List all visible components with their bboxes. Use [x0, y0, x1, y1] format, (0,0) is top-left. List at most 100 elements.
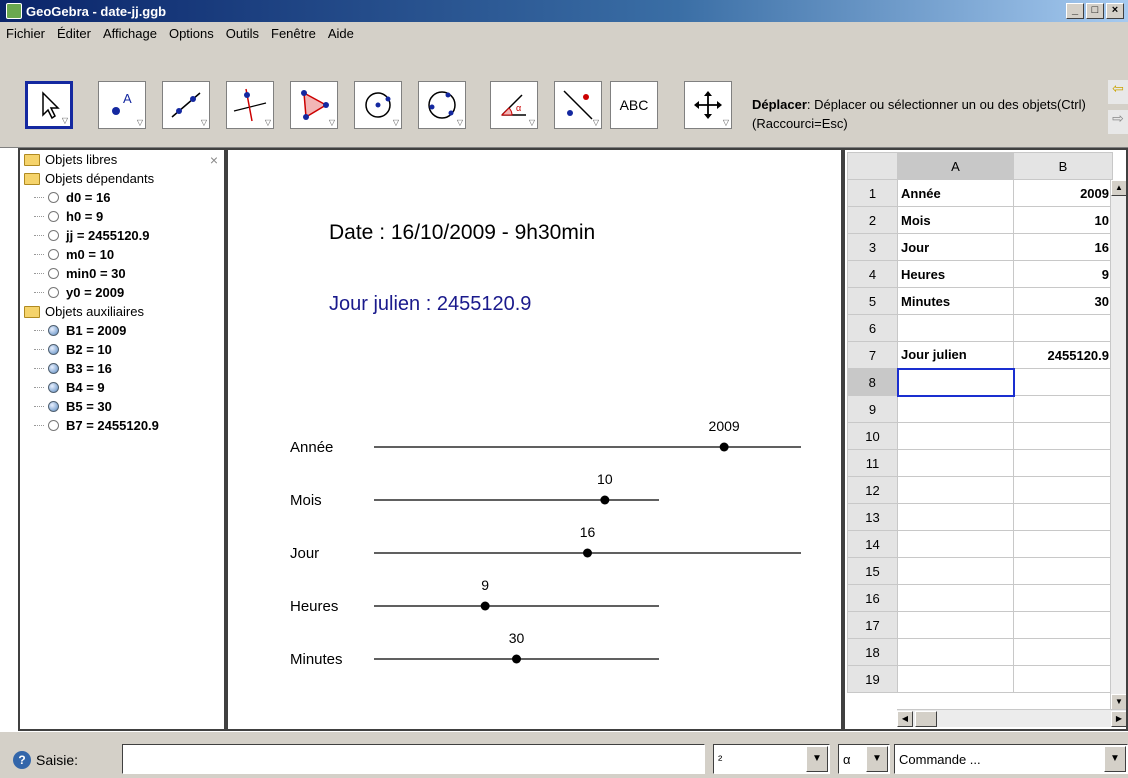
hidden-object-icon[interactable]: [48, 249, 59, 260]
undo-icon[interactable]: ⇦: [1108, 80, 1128, 104]
folder-free-objects[interactable]: Objets libres: [20, 150, 224, 169]
algebra-item[interactable]: d0 = 16: [20, 188, 224, 207]
row-header[interactable]: 2: [847, 206, 898, 234]
row-header[interactable]: 7: [847, 341, 898, 369]
cell-a[interactable]: [897, 638, 1014, 666]
column-header-b[interactable]: B: [1013, 152, 1113, 180]
visible-object-icon[interactable]: [48, 401, 59, 412]
cell-b[interactable]: [1013, 665, 1113, 693]
visible-object-icon[interactable]: [48, 382, 59, 393]
menu-affichage[interactable]: Affichage: [103, 26, 157, 41]
cell-b[interactable]: [1013, 476, 1113, 504]
algebra-item[interactable]: B3 = 16: [20, 359, 224, 378]
cell-b[interactable]: [1013, 638, 1113, 666]
polygon-tool-button[interactable]: ▽: [290, 81, 338, 129]
scroll-up-icon[interactable]: ▲: [1111, 180, 1126, 196]
row-header[interactable]: 14: [847, 530, 898, 558]
algebra-item[interactable]: h0 = 9: [20, 207, 224, 226]
chevron-down-icon[interactable]: ▼: [866, 746, 888, 772]
chevron-down-icon[interactable]: ▼: [1104, 746, 1126, 772]
cell-a[interactable]: Jour: [897, 233, 1014, 261]
graphics-canvas[interactable]: Date : 16/10/2009 - 9h30min Jour julien …: [228, 150, 841, 729]
cell-b[interactable]: [1013, 611, 1113, 639]
help-icon[interactable]: ?: [13, 751, 31, 769]
cell-b[interactable]: [1013, 314, 1113, 342]
horizontal-scrollbar[interactable]: ◀ ▶: [897, 709, 1126, 727]
cell-a[interactable]: [897, 449, 1014, 477]
algebra-item[interactable]: B5 = 30: [20, 397, 224, 416]
menu-editer[interactable]: Éditer: [57, 26, 91, 41]
angle-tool-button[interactable]: α ▽: [490, 81, 538, 129]
menu-aide[interactable]: Aide: [328, 26, 354, 41]
move-view-tool-button[interactable]: ▽: [684, 81, 732, 129]
hidden-object-icon[interactable]: [48, 230, 59, 241]
row-header[interactable]: 8: [847, 368, 898, 396]
sheet-corner[interactable]: [847, 152, 898, 180]
cell-a[interactable]: [897, 557, 1014, 585]
cell-b[interactable]: 9: [1013, 260, 1113, 288]
algebra-item[interactable]: jj = 2455120.9: [20, 226, 224, 245]
redo-icon[interactable]: ⇨: [1108, 110, 1128, 134]
cell-a[interactable]: [896, 367, 1015, 397]
cell-a[interactable]: Mois: [897, 206, 1014, 234]
algebra-item[interactable]: B2 = 10: [20, 340, 224, 359]
row-header[interactable]: 4: [847, 260, 898, 288]
menu-fichier[interactable]: Fichier: [6, 26, 45, 41]
algebra-item[interactable]: B7 = 2455120.9: [20, 416, 224, 435]
chevron-down-icon[interactable]: ▼: [806, 746, 828, 772]
row-header[interactable]: 10: [847, 422, 898, 450]
row-header[interactable]: 5: [847, 287, 898, 315]
algebra-item[interactable]: m0 = 10: [20, 245, 224, 264]
cell-b[interactable]: 2009: [1013, 179, 1113, 207]
slider-handle[interactable]: [480, 601, 490, 611]
algebra-item[interactable]: y0 = 2009: [20, 283, 224, 302]
hidden-object-icon[interactable]: [48, 420, 59, 431]
menu-fenetre[interactable]: Fenêtre: [271, 26, 316, 41]
visible-object-icon[interactable]: [48, 325, 59, 336]
cell-a[interactable]: [897, 584, 1014, 612]
cell-a[interactable]: [897, 530, 1014, 558]
symbol-combo[interactable]: ² ▼: [713, 744, 830, 774]
row-header[interactable]: 6: [847, 314, 898, 342]
julian-day-text[interactable]: Jour julien : 2455120.9: [329, 293, 531, 315]
cell-a[interactable]: [897, 395, 1014, 423]
graphics-view[interactable]: Date : 16/10/2009 - 9h30min Jour julien …: [226, 148, 843, 731]
close-button[interactable]: ×: [1106, 3, 1124, 19]
row-header[interactable]: 18: [847, 638, 898, 666]
row-header[interactable]: 12: [847, 476, 898, 504]
cell-b[interactable]: 16: [1013, 233, 1113, 261]
column-header-a[interactable]: A: [897, 152, 1014, 180]
cell-b[interactable]: 2455120.9: [1013, 341, 1113, 369]
cell-b[interactable]: [1013, 503, 1113, 531]
cell-b[interactable]: 10: [1013, 206, 1113, 234]
scroll-left-icon[interactable]: ◀: [897, 711, 913, 727]
line-tool-button[interactable]: ▽: [162, 81, 210, 129]
cell-b[interactable]: [1013, 557, 1113, 585]
cell-a[interactable]: Minutes: [897, 287, 1014, 315]
greek-combo[interactable]: α ▼: [838, 744, 890, 774]
perpendicular-tool-button[interactable]: ▽: [226, 81, 274, 129]
slider-handle[interactable]: [719, 442, 729, 452]
cell-a[interactable]: [897, 665, 1014, 693]
text-tool-button[interactable]: ABC: [610, 81, 658, 129]
conic-tool-button[interactable]: ▽: [418, 81, 466, 129]
menu-outils[interactable]: Outils: [226, 26, 259, 41]
point-tool-button[interactable]: A ▽: [98, 81, 146, 129]
minimize-button[interactable]: _: [1066, 3, 1084, 19]
algebra-item[interactable]: min0 = 30: [20, 264, 224, 283]
row-header[interactable]: 3: [847, 233, 898, 261]
cell-a[interactable]: Année: [897, 179, 1014, 207]
slider-handle[interactable]: [583, 548, 592, 558]
row-header[interactable]: 17: [847, 611, 898, 639]
menu-options[interactable]: Options: [169, 26, 214, 41]
cell-b[interactable]: [1013, 449, 1113, 477]
row-header[interactable]: 15: [847, 557, 898, 585]
folder-auxiliary-objects[interactable]: Objets auxiliaires: [20, 302, 224, 321]
hidden-object-icon[interactable]: [48, 268, 59, 279]
cell-b[interactable]: [1013, 530, 1113, 558]
slider-handle[interactable]: [600, 495, 610, 505]
cell-a[interactable]: [897, 476, 1014, 504]
command-combo[interactable]: Commande ... ▼: [894, 744, 1128, 774]
algebra-item[interactable]: B1 = 2009: [20, 321, 224, 340]
cell-a[interactable]: Heures: [897, 260, 1014, 288]
